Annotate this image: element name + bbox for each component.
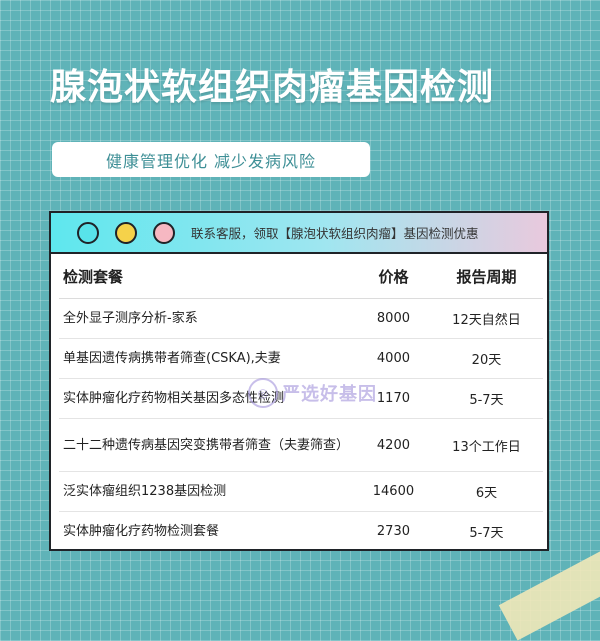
package-name: 二十二种遗传病基因突变携带者筛查（夫妻筛查） [59,418,357,472]
package-name: 全外显子测序分析-家系 [59,298,357,339]
table-row[interactable]: 泛实体瘤组织1238基因检测 14600 6天 [59,471,543,512]
table-row[interactable]: 实体肿瘤化疗药物相关基因多态性检测 1170 5-7天 [59,378,543,419]
subtitle-banner: 健康管理优化 减少发病风险 [52,142,370,177]
table-row[interactable]: 单基因遗传病携带者筛查(CSKA),夫妻 4000 20天 [59,338,543,379]
package-name: 实体肿瘤化疗药物检测套餐 [63,524,220,539]
pricing-card: 联系客服，领取【腺泡状软组织肉瘤】基因检测优惠 检测套餐 价格 报告周期 全外显… [49,211,549,551]
subtitle-text: 健康管理优化 减少发病风险 [105,151,317,171]
pink-dot-icon [153,221,175,244]
decorative-stripe [498,539,600,641]
table-row[interactable]: 全外显子测序分析-家系 8000 12天自然日 [59,298,543,339]
package-price: 4000 [357,338,430,379]
report-period: 20天 [429,338,543,379]
column-header-package: 检测套餐 [59,254,357,299]
package-name: 单基因遗传病携带者筛查(CSKA),夫妻 [59,338,357,379]
package-table: 检测套餐 价格 报告周期 全外显子测序分析-家系 8000 12天自然日 单基因… [59,254,543,551]
contact-service-text[interactable]: 联系客服，领取【腺泡状软组织肉瘤】基因检测优惠 [191,223,479,242]
cyan-dot-icon [77,221,99,244]
table-header-row: 检测套餐 价格 报告周期 [59,254,543,299]
package-price: 2730 [376,524,410,539]
report-period: 5-7天 [429,378,543,419]
report-period: 12天自然日 [429,298,543,339]
package-name: 泛实体瘤组织1238基因检测 [59,471,357,512]
column-header-price: 价格 [357,254,430,299]
package-price: 14600 [357,471,430,512]
package-price: 8000 [357,298,430,339]
table-row[interactable]: 二十二种遗传病基因突变携带者筛查（夫妻筛查） 4200 13个工作日 [59,418,543,472]
card-header: 联系客服，领取【腺泡状软组织肉瘤】基因检测优惠 [51,213,547,254]
package-price: 4200 [357,418,430,472]
report-period: 5-7天 [469,526,504,541]
package-name: 实体肿瘤化疗药物相关基因多态性检测 [59,378,357,419]
table-row[interactable]: 实体肿瘤化疗药物检测套餐 2730 5-7天 [59,512,543,552]
report-period: 13个工作日 [429,418,543,472]
yellow-dot-icon [115,221,137,244]
page-title: 腺泡状软组织肉瘤基因检测 [50,67,495,108]
package-price: 1170 [357,378,430,419]
column-header-period: 报告周期 [429,254,543,299]
report-period: 6天 [429,471,543,512]
